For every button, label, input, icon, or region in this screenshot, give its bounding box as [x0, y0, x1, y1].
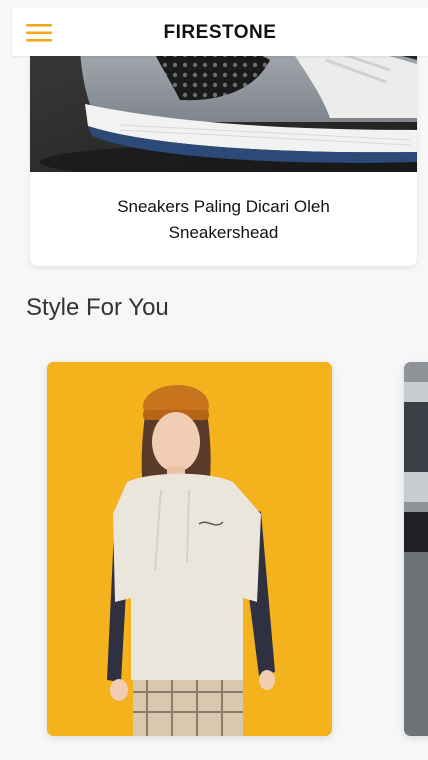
app-title: FIRESTONE	[163, 22, 277, 43]
featured-article-card[interactable]: Sneakers Paling Dicari Oleh Sneakershead	[30, 30, 417, 266]
featured-caption-line-1: Sneakers Paling Dicari Oleh	[117, 197, 330, 216]
street-photo	[404, 362, 428, 736]
style-card-2[interactable]	[404, 362, 428, 736]
section-title-style-for-you: Style For You	[26, 294, 169, 321]
featured-caption-line-2: Sneakershead	[168, 223, 279, 242]
model-photo	[47, 362, 332, 736]
style-card-1[interactable]	[47, 362, 332, 736]
featured-article-title: Sneakers Paling Dicari Oleh Sneakershead	[30, 194, 417, 246]
top-app-bar: FIRESTONE	[12, 8, 428, 56]
app-screen: FIRESTONE Sneakers Paling Dicari Oleh Sn…	[0, 0, 428, 760]
